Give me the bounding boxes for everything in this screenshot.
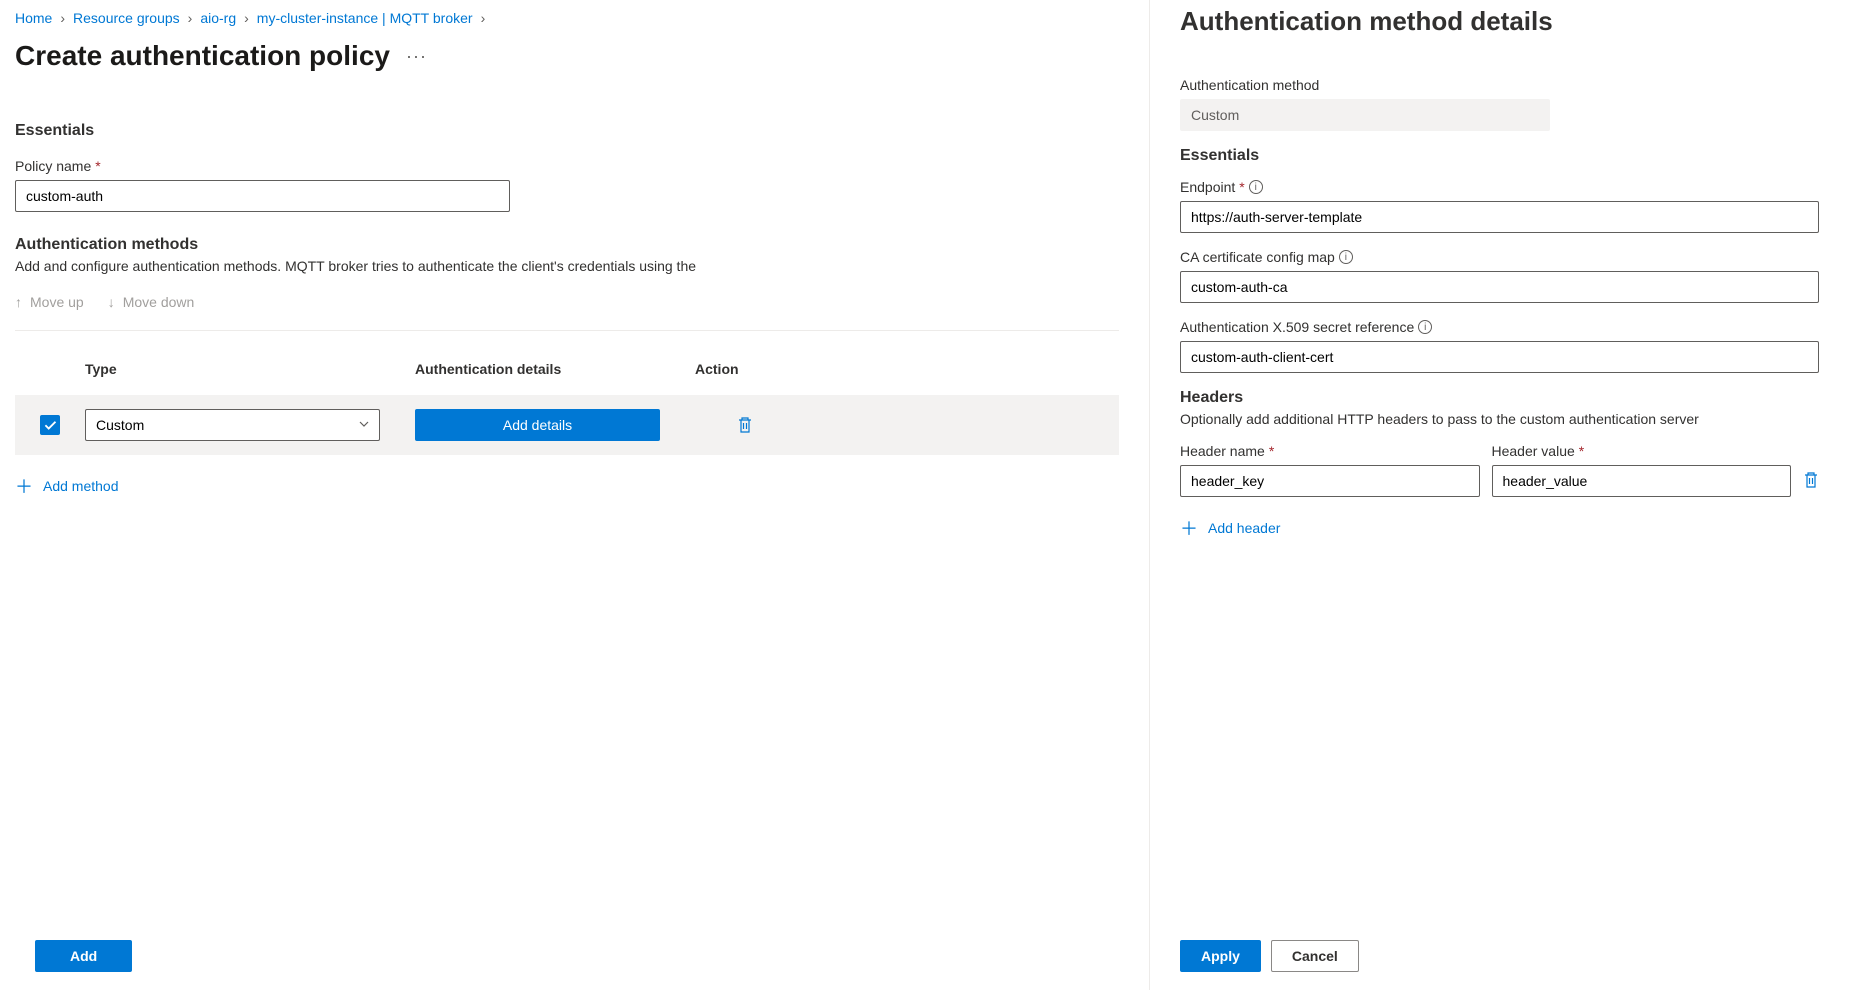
trash-icon[interactable]: [737, 416, 753, 434]
page-title-row: Create authentication policy ···: [15, 40, 1119, 72]
policy-name-label: Policy name *: [15, 158, 1119, 174]
add-method-label: Add method: [43, 478, 119, 494]
panel-footer: Apply Cancel: [1180, 940, 1359, 972]
move-down-button[interactable]: ↓ Move down: [108, 294, 195, 310]
required-asterisk: *: [1239, 179, 1244, 195]
headers-row: Header name * Header value *: [1180, 443, 1819, 497]
required-asterisk: *: [1579, 443, 1584, 459]
chevron-right-icon: ›: [481, 10, 486, 26]
ca-input[interactable]: [1180, 271, 1819, 303]
breadcrumb-cluster[interactable]: my-cluster-instance | MQTT broker: [257, 10, 473, 26]
plus-icon: ＋: [1180, 515, 1198, 541]
headers-heading: Headers: [1180, 389, 1819, 407]
main-footer: Add: [35, 940, 132, 972]
add-header-label: Add header: [1208, 520, 1280, 536]
col-type: Type: [85, 361, 415, 377]
x509-field: Authentication X.509 secret reference i: [1180, 319, 1819, 373]
auth-methods-description: Add and configure authentication methods…: [15, 258, 1119, 274]
move-up-label: Move up: [30, 294, 84, 310]
trash-icon[interactable]: [1803, 471, 1819, 489]
required-asterisk: *: [95, 158, 100, 174]
apply-button[interactable]: Apply: [1180, 940, 1261, 972]
check-icon: [43, 418, 57, 432]
move-buttons: ↑ Move up ↓ Move down: [15, 294, 1119, 318]
table-header: Type Authentication details Action: [15, 351, 1119, 395]
endpoint-label: Endpoint: [1180, 179, 1235, 195]
essentials-heading: Essentials: [15, 122, 1119, 140]
policy-name-input[interactable]: [15, 180, 510, 212]
chevron-right-icon: ›: [244, 10, 249, 26]
info-icon[interactable]: i: [1339, 250, 1353, 264]
ca-label: CA certificate config map: [1180, 249, 1335, 265]
info-icon[interactable]: i: [1418, 320, 1432, 334]
chevron-right-icon: ›: [188, 10, 193, 26]
add-button[interactable]: Add: [35, 940, 132, 972]
row-checkbox[interactable]: [40, 415, 60, 435]
add-method-link[interactable]: ＋ Add method: [15, 473, 1119, 499]
header-name-label: Header name: [1180, 443, 1265, 459]
plus-icon: ＋: [15, 473, 33, 499]
required-asterisk: *: [1269, 443, 1274, 459]
panel-title: Authentication method details: [1180, 6, 1819, 37]
divider: [15, 330, 1119, 331]
info-icon[interactable]: i: [1249, 180, 1263, 194]
more-icon[interactable]: ···: [406, 46, 427, 67]
type-select[interactable]: [85, 409, 380, 441]
auth-method-field: Authentication method: [1180, 77, 1550, 131]
headers-description: Optionally add additional HTTP headers t…: [1180, 411, 1819, 427]
auth-method-label: Authentication method: [1180, 77, 1550, 93]
main-panel: Home › Resource groups › aio-rg › my-clu…: [0, 0, 1149, 990]
header-value-input[interactable]: [1492, 465, 1792, 497]
endpoint-field: Endpoint * i: [1180, 179, 1819, 233]
col-action: Action: [695, 361, 795, 377]
page-title: Create authentication policy: [15, 40, 390, 72]
breadcrumb-aio-rg[interactable]: aio-rg: [200, 10, 236, 26]
move-up-button[interactable]: ↑ Move up: [15, 294, 84, 310]
ca-field: CA certificate config map i: [1180, 249, 1819, 303]
panel-essentials-heading: Essentials: [1180, 147, 1819, 165]
breadcrumb-resource-groups[interactable]: Resource groups: [73, 10, 180, 26]
x509-input[interactable]: [1180, 341, 1819, 373]
col-details: Authentication details: [415, 361, 695, 377]
breadcrumb-home[interactable]: Home: [15, 10, 52, 26]
endpoint-input[interactable]: [1180, 201, 1819, 233]
add-details-button[interactable]: Add details: [415, 409, 660, 441]
add-header-link[interactable]: ＋ Add header: [1180, 515, 1819, 541]
table-row: Add details: [15, 395, 1119, 455]
auth-method-input: [1180, 99, 1550, 131]
x509-label: Authentication X.509 secret reference: [1180, 319, 1414, 335]
header-name-input[interactable]: [1180, 465, 1480, 497]
header-value-label: Header value: [1492, 443, 1575, 459]
cancel-button[interactable]: Cancel: [1271, 940, 1359, 972]
arrow-down-icon: ↓: [108, 294, 115, 310]
chevron-right-icon: ›: [60, 10, 65, 26]
methods-table: Type Authentication details Action: [15, 351, 1119, 455]
auth-methods-heading: Authentication methods: [15, 236, 1119, 254]
breadcrumb: Home › Resource groups › aio-rg › my-clu…: [15, 10, 1119, 26]
move-down-label: Move down: [123, 294, 195, 310]
arrow-up-icon: ↑: [15, 294, 22, 310]
policy-name-label-text: Policy name: [15, 158, 91, 174]
side-panel: Authentication method details Authentica…: [1149, 0, 1849, 990]
